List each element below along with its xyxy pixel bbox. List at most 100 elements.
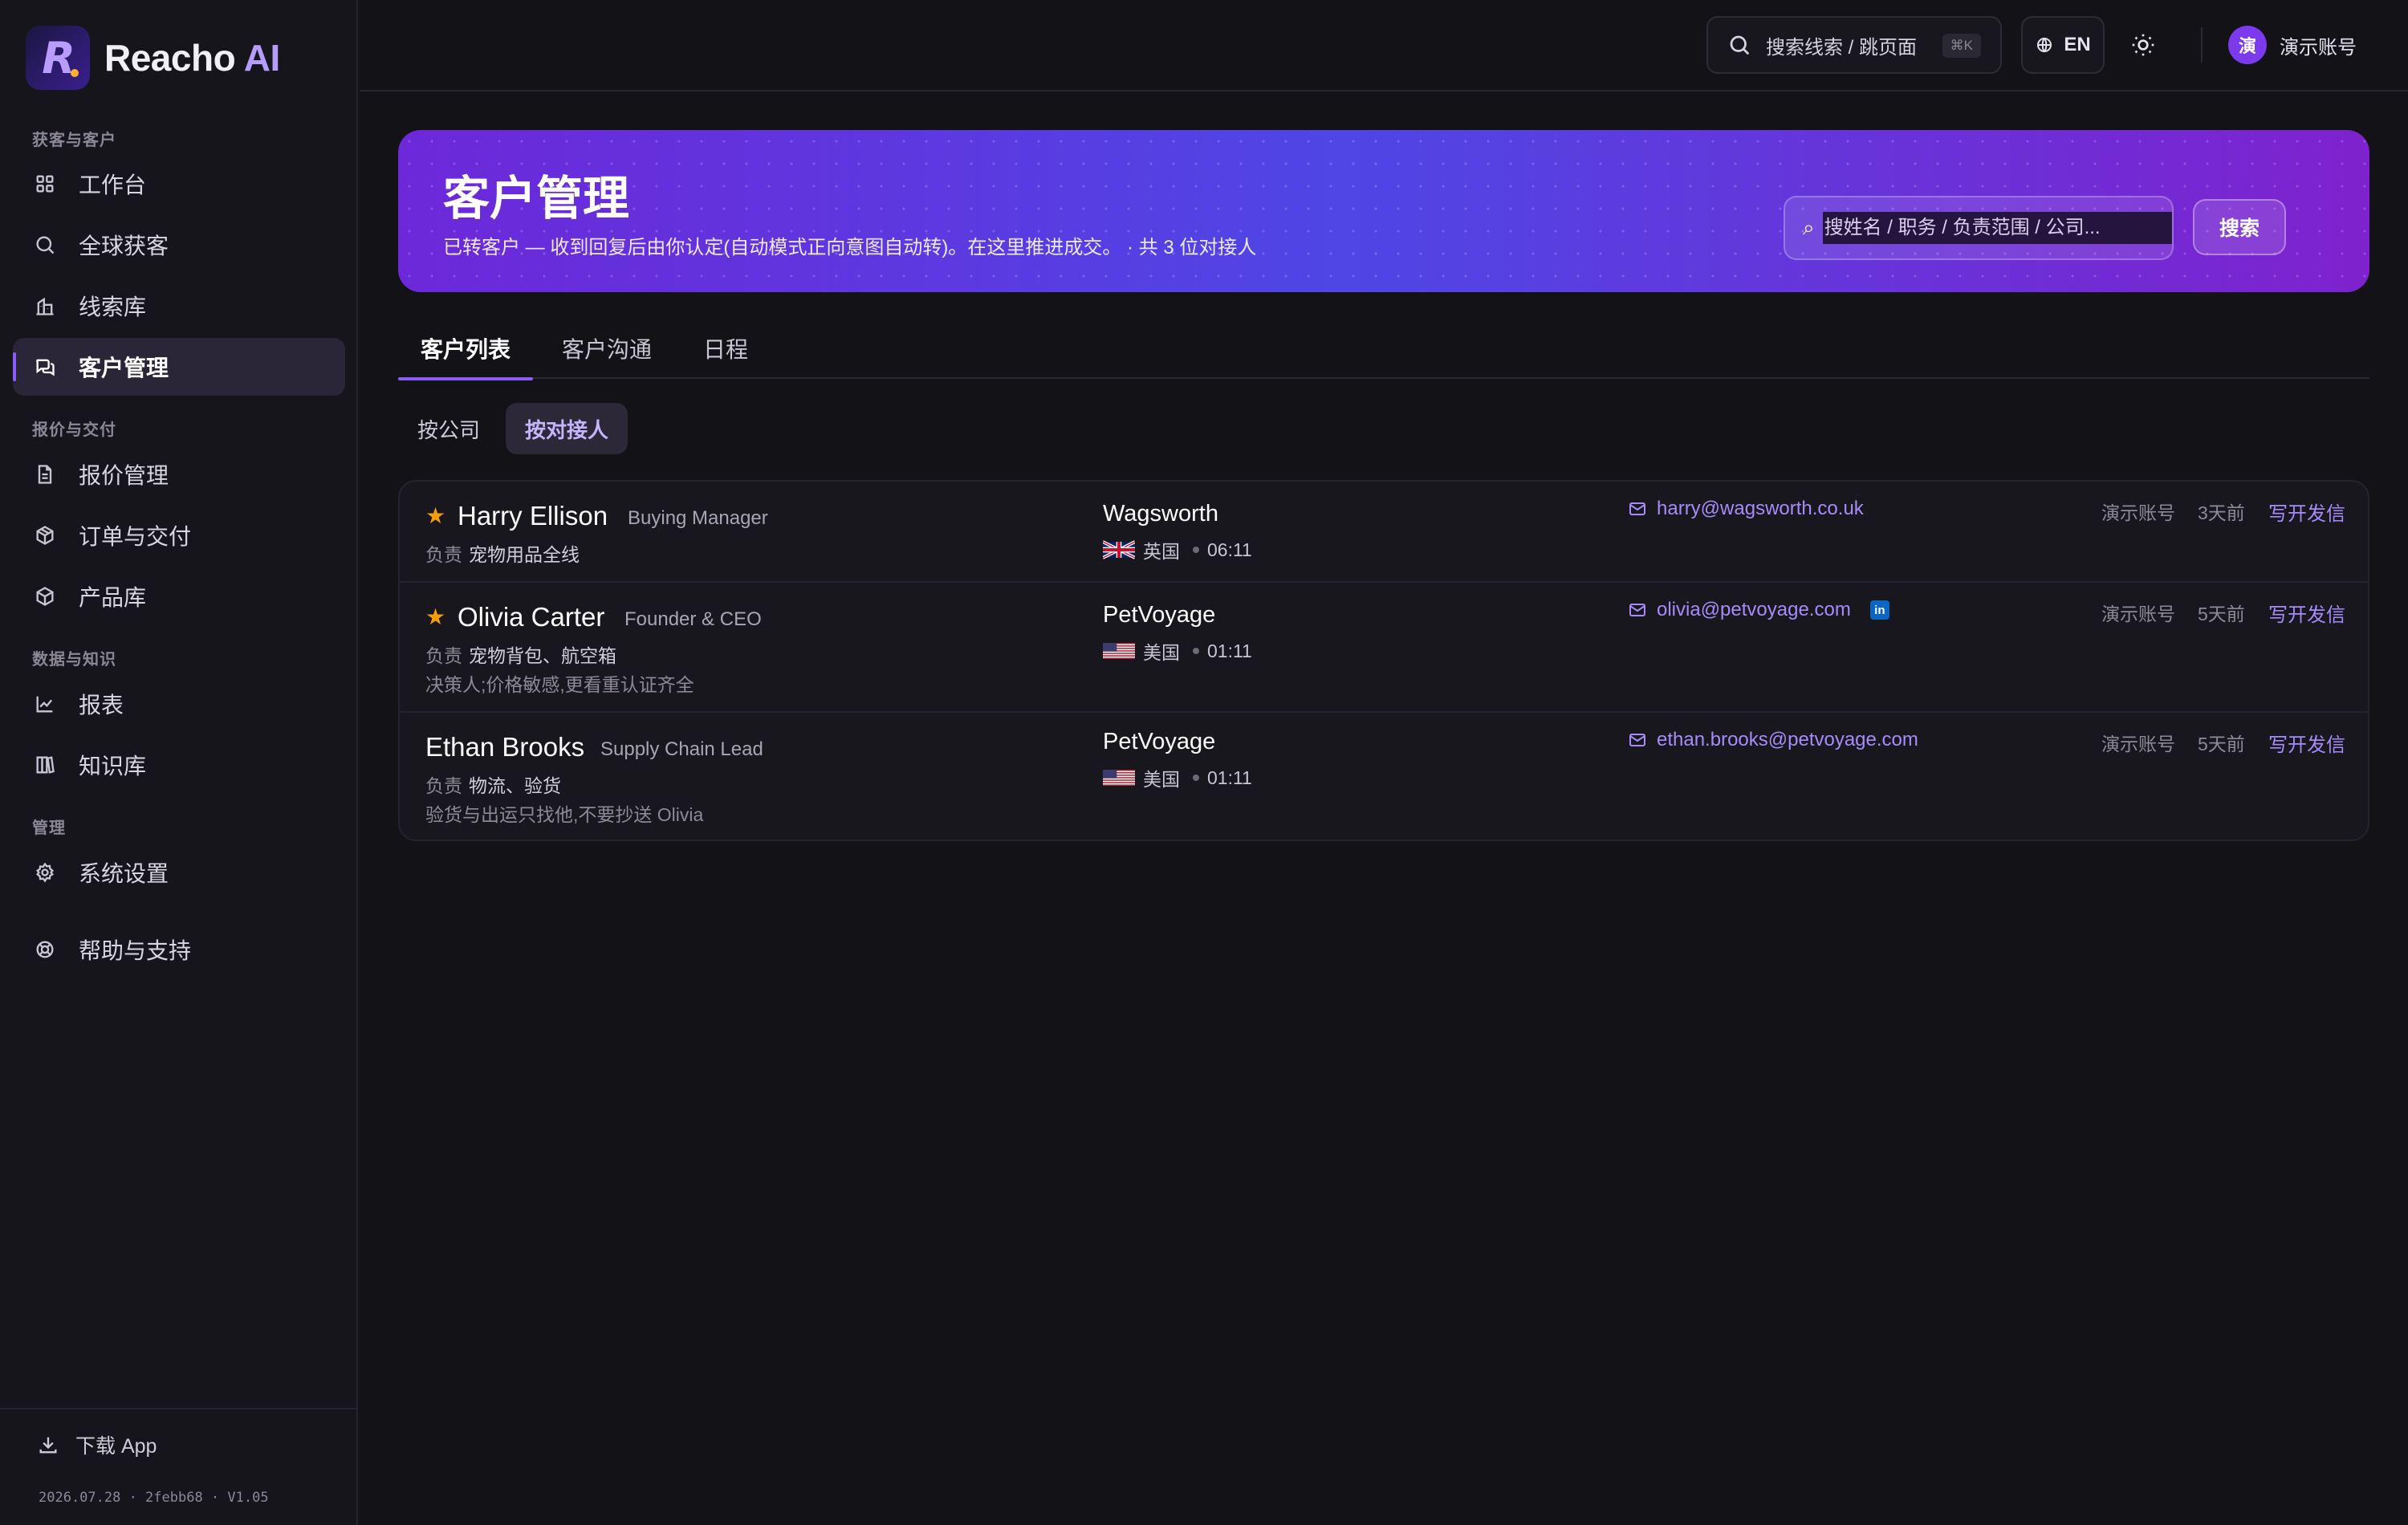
contact-location: 美国 01:11 <box>1103 764 1252 791</box>
company-name[interactable]: Wagsworth <box>1103 501 1218 527</box>
company-name[interactable]: PetVoyage <box>1103 602 1215 628</box>
sidebar-item-quotes[interactable]: 报价管理 <box>13 445 345 503</box>
topbar: 搜索线索 / 跳页面 ⌘K EN 演 演示账号 <box>360 0 2408 92</box>
search-icon: ⌕ <box>1803 215 1815 239</box>
buildings-icon <box>34 295 56 317</box>
cube-icon <box>34 585 56 608</box>
avatar: 演 <box>2228 26 2267 64</box>
subtab-by-contact[interactable]: 按对接人 <box>506 403 628 454</box>
tab-customer-communication[interactable]: 客户沟通 <box>562 332 652 379</box>
us-flag-icon <box>1103 770 1135 786</box>
nav-section-quotes: 报价与交付 <box>32 421 116 439</box>
nav-section-acquisition: 获客与客户 <box>32 132 116 149</box>
lifebuoy-icon <box>34 938 56 961</box>
document-icon <box>34 463 56 486</box>
write-email-button[interactable]: 写开发信 <box>2268 729 2345 757</box>
globe-icon <box>2037 37 2052 53</box>
sidebar-item-products[interactable]: 产品库 <box>13 567 345 625</box>
write-email-button[interactable]: 写开发信 <box>2268 599 2345 627</box>
search-icon <box>1730 35 1750 55</box>
contact-note: 验货与出运只找他,不要抄送 Olivia <box>425 804 704 825</box>
grid-icon <box>34 173 56 195</box>
account-name: 演示账号 <box>2280 36 2357 59</box>
star-icon[interactable]: ★ <box>425 502 445 529</box>
owner-label: 演示账号 <box>2101 502 2175 523</box>
uk-flag-icon <box>1103 540 1135 559</box>
brand-logo-icon: R <box>26 26 90 90</box>
contact-title: Supply Chain Lead <box>600 738 763 760</box>
sidebar-item-leads[interactable]: 线索库 <box>13 277 345 335</box>
table-row[interactable]: ★ Olivia Carter Founder & CEO 负责 宠物背包、航空箱… <box>400 583 2368 713</box>
table-row[interactable]: Ethan Brooks Supply Chain Lead 负责 物流、验货 验… <box>400 713 2368 840</box>
package-icon <box>34 524 56 547</box>
write-email-button[interactable]: 写开发信 <box>2268 498 2345 526</box>
download-app-button[interactable]: 下载 App <box>37 1430 157 1459</box>
owner-label: 演示账号 <box>2101 734 2175 754</box>
main-tabs: 客户列表 客户沟通 日程 <box>397 318 2369 380</box>
contact-responsibility: 负责 物流、验货 <box>425 775 561 796</box>
contacts-table: ★ Harry Ellison Buying Manager 负责 宠物用品全线 … <box>398 480 2369 841</box>
brand-name: Reacho AI <box>104 37 280 79</box>
page-title: 客户管理 <box>443 173 630 225</box>
brand[interactable]: R Reacho AI <box>26 24 280 92</box>
tab-schedule[interactable]: 日程 <box>703 332 748 379</box>
sidebar-footer: 下载 App 2026.07.28 · 2febb68 · V1.05 <box>0 1408 358 1525</box>
last-activity: 5天前 <box>2198 734 2245 754</box>
contact-email-link[interactable]: ethan.brooks@petvoyage.com <box>1628 729 1918 751</box>
version-label: 2026.07.28 · 2febb68 · V1.05 <box>39 1490 269 1506</box>
sidebar-item-workbench[interactable]: 工作台 <box>13 155 345 213</box>
page-subtitle: 已转客户 — 收到回复后由你认定(自动模式正向意图自动转)。在这里推进成交。 ·… <box>443 237 1257 258</box>
customer-search-input[interactable] <box>1822 212 2172 244</box>
us-flag-icon <box>1103 643 1135 659</box>
books-icon <box>34 754 56 776</box>
contact-email-link[interactable]: harry@wagsworth.co.uk <box>1628 498 1864 520</box>
global-search-button[interactable]: 搜索线索 / 跳页面 ⌘K <box>1706 16 2002 74</box>
sidebar-item-help[interactable]: 帮助与支持 <box>13 921 345 978</box>
sidebar-item-customers[interactable]: 客户管理 <box>13 338 345 396</box>
mail-icon <box>1629 502 1645 515</box>
sidebar-item-global-acquisition[interactable]: 全球获客 <box>13 216 345 274</box>
nav-section-data: 数据与知识 <box>32 651 116 669</box>
mail-icon <box>1629 604 1645 616</box>
chat-bubbles-icon <box>34 356 56 378</box>
theme-toggle-button[interactable] <box>2124 26 2162 64</box>
contact-responsibility: 负责 宠物背包、航空箱 <box>425 645 616 666</box>
contact-email-link[interactable]: olivia@petvoyage.com in <box>1628 599 1889 621</box>
sidebar: R Reacho AI 获客与客户 工作台 全球获客 线索库 客户管理 报价与交… <box>0 0 358 1525</box>
sidebar-item-knowledge[interactable]: 知识库 <box>13 736 345 794</box>
sun-icon <box>2132 34 2154 56</box>
contact-title: Founder & CEO <box>624 608 762 630</box>
contact-title: Buying Manager <box>628 507 768 529</box>
star-icon[interactable]: ★ <box>425 604 445 630</box>
contact-name[interactable]: Harry Ellison <box>458 501 608 531</box>
table-row[interactable]: ★ Harry Ellison Buying Manager 负责 宠物用品全线 … <box>400 482 2368 583</box>
contact-name[interactable]: Olivia Carter <box>458 602 604 632</box>
last-activity: 3天前 <box>2198 502 2245 523</box>
line-chart-icon <box>34 693 56 715</box>
subtab-by-company[interactable]: 按公司 <box>398 403 499 454</box>
linkedin-icon[interactable]: in <box>1869 600 1889 620</box>
language-toggle-button[interactable]: EN <box>2021 16 2105 74</box>
sidebar-item-settings[interactable]: 系统设置 <box>13 844 345 901</box>
last-activity: 5天前 <box>2198 604 2245 624</box>
contact-location: 美国 01:11 <box>1103 637 1252 665</box>
account-menu[interactable]: 演 演示账号 <box>2228 26 2357 64</box>
contact-note: 决策人;价格敏感,更看重认证齐全 <box>425 674 694 695</box>
search-button[interactable]: 搜索 <box>2193 199 2286 255</box>
search-icon <box>34 234 56 256</box>
sidebar-item-reports[interactable]: 报表 <box>13 675 345 733</box>
download-icon <box>39 1437 57 1454</box>
mail-icon <box>1629 734 1645 746</box>
page-hero: 客户管理 已转客户 — 收到回复后由你认定(自动模式正向意图自动转)。在这里推进… <box>398 130 2369 292</box>
contact-responsibility: 负责 宠物用品全线 <box>425 544 580 565</box>
company-name[interactable]: PetVoyage <box>1103 729 1215 755</box>
owner-label: 演示账号 <box>2101 604 2175 624</box>
contact-name[interactable]: Ethan Brooks <box>425 732 584 762</box>
tab-customer-list[interactable]: 客户列表 <box>397 332 534 380</box>
sidebar-item-orders[interactable]: 订单与交付 <box>13 506 345 564</box>
contact-location: 英国 06:11 <box>1103 536 1252 563</box>
nav-section-admin: 管理 <box>32 819 66 837</box>
topbar-divider <box>2201 27 2203 63</box>
customer-search-box: ⌕ <box>1784 196 2174 260</box>
keyboard-shortcut: ⌘K <box>1942 34 1981 58</box>
